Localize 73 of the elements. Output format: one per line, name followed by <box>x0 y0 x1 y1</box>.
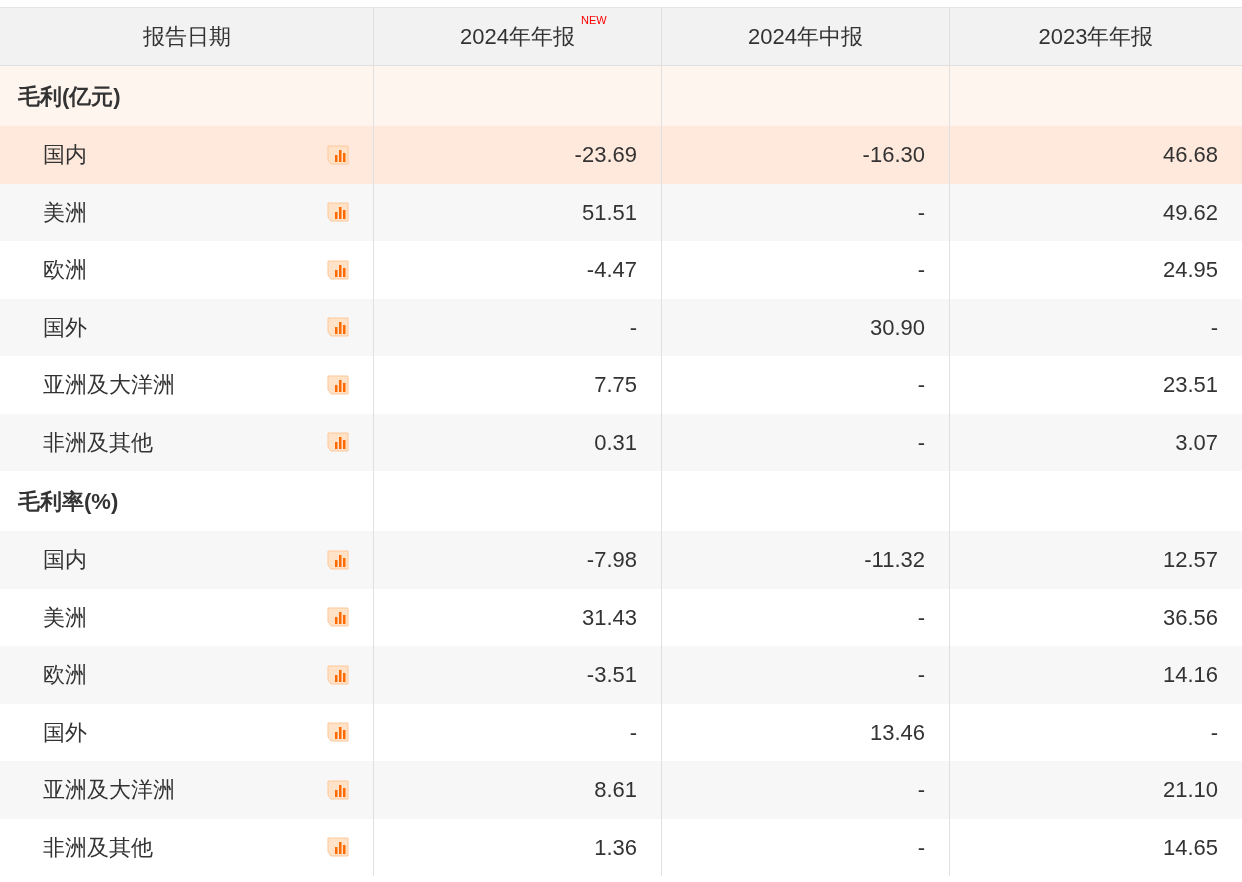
bar-chart-icon[interactable] <box>327 779 350 800</box>
table-cell-text: 31.43 <box>581 603 637 632</box>
table-cell-text: -23.69 <box>574 141 637 170</box>
row-label: 欧洲 <box>43 256 87 285</box>
bar-chart-icon[interactable] <box>327 259 350 280</box>
table-cell-text: -11.32 <box>864 546 925 575</box>
table-cell-text: 13.46 <box>869 718 925 747</box>
table-cell-text: 21.10 <box>1162 776 1218 805</box>
column-header: 2024年中报 <box>748 23 863 51</box>
table-cell-text: 8.61 <box>594 776 637 805</box>
new-label: NEW <box>580 13 607 28</box>
table-cell-text: 46.68 <box>1162 141 1218 170</box>
row-label: 国外 <box>43 718 87 747</box>
table-cell-text: -7.98 <box>586 546 637 575</box>
data-row[interactable]: 美洲 51.51 - 49.62 <box>0 183 1242 241</box>
bar-chart-icon[interactable] <box>327 722 350 743</box>
table-cell-text: 14.16 <box>1162 661 1218 690</box>
table-cell-text: -4.47 <box>586 256 637 285</box>
row-label: 国内 <box>43 546 87 575</box>
data-row[interactable]: 国内 -7.98 -11.32 12.57 <box>0 531 1242 589</box>
column-header: 2023年年报 <box>1038 23 1154 51</box>
bar-chart-icon[interactable] <box>327 549 350 570</box>
row-label: 国外 <box>43 313 87 342</box>
bar-chart-icon[interactable] <box>327 202 350 223</box>
table-cell-text: - <box>917 256 925 285</box>
table-cell-text: - <box>917 198 925 227</box>
table-cell-text: 49.62 <box>1162 198 1218 227</box>
data-row[interactable]: 国外 - 30.90 - <box>0 298 1242 356</box>
column-header: 报告日期 <box>142 23 231 51</box>
table-cell-text: 0.31 <box>594 428 637 457</box>
bar-chart-icon[interactable] <box>327 664 350 685</box>
table-cell-text: - <box>629 718 637 747</box>
bar-chart-icon[interactable] <box>327 837 350 858</box>
row-label: 国内 <box>43 141 87 170</box>
table-cell-text: - <box>917 833 925 862</box>
table-cell-text: -3.51 <box>586 661 637 690</box>
table-cell-text: 36.56 <box>1162 603 1218 632</box>
bar-chart-icon[interactable] <box>327 374 350 395</box>
data-row[interactable]: 国内 -23.69 -16.30 46.68 <box>0 126 1242 184</box>
table-cell-text: 51.51 <box>581 198 637 227</box>
table-cell-text: 23.51 <box>1162 371 1218 400</box>
table-cell-text: -16.30 <box>862 141 925 170</box>
bar-chart-icon[interactable] <box>327 607 350 628</box>
table-cell-text: 7.75 <box>594 371 637 400</box>
row-label: 美洲 <box>43 603 87 632</box>
row-label: 美洲 <box>43 198 87 227</box>
data-row[interactable]: 欧洲 -3.51 - 14.16 <box>0 646 1242 704</box>
table-cell-text: - <box>917 776 925 805</box>
row-label: 亚洲及大洋洲 <box>43 371 175 400</box>
table-cell-text: - <box>917 428 925 457</box>
row-label: 非洲及其他 <box>43 428 153 457</box>
table-cell-text: 30.90 <box>869 313 925 342</box>
bar-chart-icon[interactable] <box>327 432 350 453</box>
data-row[interactable]: 非洲及其他 0.31 - 3.07 <box>0 413 1242 471</box>
table-cell-text: - <box>917 661 925 690</box>
table-cell-text: 3.07 <box>1175 428 1218 457</box>
row-label: 非洲及其他 <box>43 833 153 862</box>
table-cell-text: 14.65 <box>1162 833 1218 862</box>
table-cell-text: 12.57 <box>1162 546 1218 575</box>
group-title: 毛利(亿元) <box>18 82 121 111</box>
table-cell-text: - <box>629 313 637 342</box>
data-row[interactable]: 亚洲及大洋洲 8.61 - 21.10 <box>0 761 1242 819</box>
row-label: 欧洲 <box>43 661 87 690</box>
table-cell-text: - <box>917 371 925 400</box>
row-label: 亚洲及大洋洲 <box>43 776 175 805</box>
table-cell-text: - <box>917 603 925 632</box>
table-cell-text: - <box>1210 718 1218 747</box>
table-cell-text: 24.95 <box>1162 256 1218 285</box>
group-title: 毛利率(%) <box>18 487 119 516</box>
bar-chart-icon[interactable] <box>327 317 350 338</box>
bar-chart-icon[interactable] <box>327 144 350 165</box>
table-cell-text: - <box>1210 313 1218 342</box>
table-cell-text: 1.36 <box>594 833 637 862</box>
